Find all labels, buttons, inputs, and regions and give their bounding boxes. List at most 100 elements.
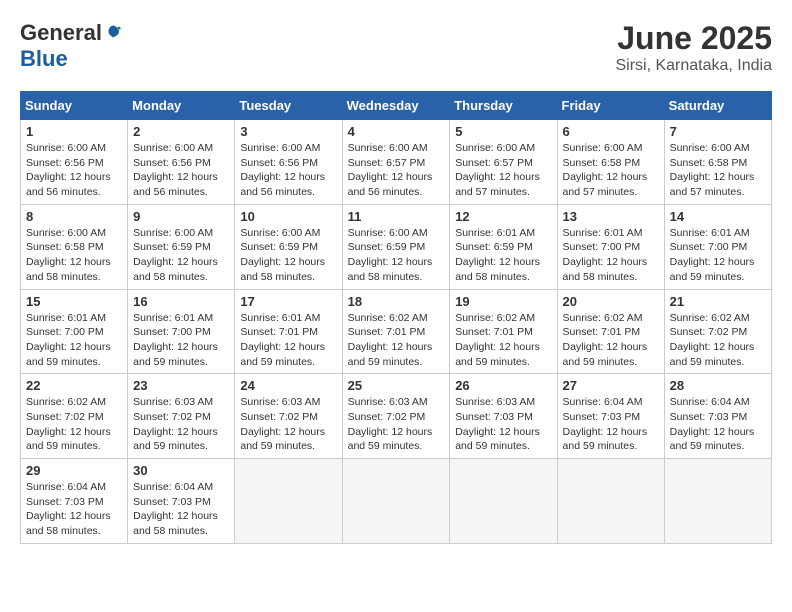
- calendar-cell: 10Sunrise: 6:00 AM Sunset: 6:59 PM Dayli…: [235, 204, 342, 289]
- day-info: Sunrise: 6:01 AM Sunset: 7:00 PM Dayligh…: [26, 311, 122, 370]
- calendar-cell: 19 Sunrise: 6:02 AM Sunset: 7:01 PM Dayli…: [450, 289, 557, 374]
- day-number: 11: [348, 209, 445, 224]
- day-number: 2: [133, 124, 229, 139]
- month-title: June 2025: [615, 20, 772, 57]
- calendar-cell: [235, 459, 342, 544]
- day-info: Sunrise: 6:00 AM Sunset: 6:56 PM Dayligh…: [133, 141, 229, 200]
- day-number: 4: [348, 124, 445, 139]
- calendar-week-row: 8 Sunrise: 6:00 AM Sunset: 6:58 PM Daylig…: [21, 204, 772, 289]
- day-number: 20: [563, 294, 659, 309]
- day-info: Sunrise: 6:04 AM Sunset: 7:03 PM Dayligh…: [26, 480, 122, 539]
- day-info: Sunrise: 6:00 AM Sunset: 6:57 PM Dayligh…: [455, 141, 551, 200]
- day-header-monday: Monday: [128, 92, 235, 120]
- day-header-sunday: Sunday: [21, 92, 128, 120]
- calendar-week-row: 22Sunrise: 6:02 AM Sunset: 7:02 PM Dayli…: [21, 374, 772, 459]
- calendar-cell: 4Sunrise: 6:00 AM Sunset: 6:57 PM Daylig…: [342, 120, 450, 205]
- day-info: Sunrise: 6:03 AM Sunset: 7:02 PM Dayligh…: [240, 395, 336, 454]
- day-number: 17: [240, 294, 336, 309]
- calendar-cell: 8 Sunrise: 6:00 AM Sunset: 6:58 PM Daylig…: [21, 204, 128, 289]
- day-number: 24: [240, 378, 336, 393]
- day-number: 27: [563, 378, 659, 393]
- calendar-cell: 30Sunrise: 6:04 AM Sunset: 7:03 PM Dayli…: [128, 459, 235, 544]
- day-header-friday: Friday: [557, 92, 664, 120]
- day-number: 3: [240, 124, 336, 139]
- calendar-cell: 25Sunrise: 6:03 AM Sunset: 7:02 PM Dayli…: [342, 374, 450, 459]
- day-number: 15: [26, 294, 122, 309]
- calendar-cell: 18 Sunrise: 6:02 AM Sunset: 7:01 PM Dayli…: [342, 289, 450, 374]
- day-info: Sunrise: 6:03 AM Sunset: 7:02 PM Dayligh…: [133, 395, 229, 454]
- calendar-cell: [342, 459, 450, 544]
- day-number: 18: [348, 294, 445, 309]
- day-info: Sunrise: 6:02 AM Sunset: 7:01 PM Dayligh…: [455, 311, 551, 370]
- day-number: 1: [26, 124, 122, 139]
- calendar-cell: 27 Sunrise: 6:04 AM Sunset: 7:03 PM Dayli…: [557, 374, 664, 459]
- day-info: Sunrise: 6:01 AM Sunset: 7:00 PM Dayligh…: [670, 226, 766, 285]
- day-number: 19: [455, 294, 551, 309]
- day-info: Sunrise: 6:01 AM Sunset: 6:59 PM Dayligh…: [455, 226, 551, 285]
- calendar-cell: 11Sunrise: 6:00 AM Sunset: 6:59 PM Dayli…: [342, 204, 450, 289]
- day-info: Sunrise: 6:02 AM Sunset: 7:02 PM Dayligh…: [670, 311, 766, 370]
- day-info: Sunrise: 6:01 AM Sunset: 7:01 PM Dayligh…: [240, 311, 336, 370]
- calendar-cell: 14 Sunrise: 6:01 AM Sunset: 7:00 PM Dayli…: [664, 204, 771, 289]
- day-number: 22: [26, 378, 122, 393]
- day-info: Sunrise: 6:02 AM Sunset: 7:01 PM Dayligh…: [348, 311, 445, 370]
- day-number: 29: [26, 463, 122, 478]
- day-info: Sunrise: 6:01 AM Sunset: 7:00 PM Dayligh…: [133, 311, 229, 370]
- day-info: Sunrise: 6:02 AM Sunset: 7:01 PM Dayligh…: [563, 311, 659, 370]
- calendar-cell: 21 Sunrise: 6:02 AM Sunset: 7:02 PM Dayli…: [664, 289, 771, 374]
- day-number: 8: [26, 209, 122, 224]
- location-subtitle: Sirsi, Karnataka, India: [615, 57, 772, 75]
- calendar-cell: [557, 459, 664, 544]
- calendar-week-row: 15 Sunrise: 6:01 AM Sunset: 7:00 PM Dayli…: [21, 289, 772, 374]
- day-number: 5: [455, 124, 551, 139]
- day-info: Sunrise: 6:04 AM Sunset: 7:03 PM Dayligh…: [563, 395, 659, 454]
- calendar-cell: 16 Sunrise: 6:01 AM Sunset: 7:00 PM Dayli…: [128, 289, 235, 374]
- day-number: 9: [133, 209, 229, 224]
- calendar-week-row: 29 Sunrise: 6:04 AM Sunset: 7:03 PM Dayli…: [21, 459, 772, 544]
- day-info: Sunrise: 6:00 AM Sunset: 6:59 PM Dayligh…: [240, 226, 336, 285]
- day-number: 12: [455, 209, 551, 224]
- calendar-cell: 9 Sunrise: 6:00 AM Sunset: 6:59 PM Daylig…: [128, 204, 235, 289]
- calendar-cell: 12 Sunrise: 6:01 AM Sunset: 6:59 PM Dayli…: [450, 204, 557, 289]
- day-info: Sunrise: 6:00 AM Sunset: 6:59 PM Dayligh…: [133, 226, 229, 285]
- logo-blue-text: Blue: [20, 46, 68, 71]
- day-number: 6: [563, 124, 659, 139]
- day-info: Sunrise: 6:04 AM Sunset: 7:03 PM Dayligh…: [670, 395, 766, 454]
- day-header-thursday: Thursday: [450, 92, 557, 120]
- calendar-cell: 1Sunrise: 6:00 AM Sunset: 6:56 PM Daylig…: [21, 120, 128, 205]
- day-info: Sunrise: 6:00 AM Sunset: 6:58 PM Dayligh…: [670, 141, 766, 200]
- calendar-cell: 15 Sunrise: 6:01 AM Sunset: 7:00 PM Dayli…: [21, 289, 128, 374]
- day-number: 16: [133, 294, 229, 309]
- title-section: June 2025 Sirsi, Karnataka, India: [615, 20, 772, 75]
- calendar-cell: 26Sunrise: 6:03 AM Sunset: 7:03 PM Dayli…: [450, 374, 557, 459]
- page-header: General Blue June 2025 Sirsi, Karnataka,…: [20, 20, 772, 75]
- day-info: Sunrise: 6:01 AM Sunset: 7:00 PM Dayligh…: [563, 226, 659, 285]
- calendar-cell: [450, 459, 557, 544]
- day-number: 14: [670, 209, 766, 224]
- day-number: 28: [670, 378, 766, 393]
- calendar-cell: 22Sunrise: 6:02 AM Sunset: 7:02 PM Dayli…: [21, 374, 128, 459]
- day-number: 21: [670, 294, 766, 309]
- day-header-saturday: Saturday: [664, 92, 771, 120]
- day-info: Sunrise: 6:00 AM Sunset: 6:58 PM Dayligh…: [26, 226, 122, 285]
- calendar-header-row: SundayMondayTuesdayWednesdayThursdayFrid…: [21, 92, 772, 120]
- calendar-cell: 6 Sunrise: 6:00 AM Sunset: 6:58 PM Daylig…: [557, 120, 664, 205]
- day-info: Sunrise: 6:03 AM Sunset: 7:02 PM Dayligh…: [348, 395, 445, 454]
- day-info: Sunrise: 6:04 AM Sunset: 7:03 PM Dayligh…: [133, 480, 229, 539]
- day-number: 13: [563, 209, 659, 224]
- calendar-cell: 7Sunrise: 6:00 AM Sunset: 6:58 PM Daylig…: [664, 120, 771, 205]
- calendar-week-row: 1 Sunrise: 6:00 AM Sunset: 6:56 PM Daylig…: [21, 120, 772, 205]
- calendar-cell: 29 Sunrise: 6:04 AM Sunset: 7:03 PM Dayli…: [21, 459, 128, 544]
- day-header-tuesday: Tuesday: [235, 92, 342, 120]
- calendar-cell: 28 Sunrise: 6:04 AM Sunset: 7:03 PM Dayli…: [664, 374, 771, 459]
- calendar-cell: 17 Sunrise: 6:01 AM Sunset: 7:01 PM Dayli…: [235, 289, 342, 374]
- calendar-cell: [664, 459, 771, 544]
- day-header-wednesday: Wednesday: [342, 92, 450, 120]
- day-number: 23: [133, 378, 229, 393]
- day-number: 26: [455, 378, 551, 393]
- day-info: Sunrise: 6:00 AM Sunset: 6:58 PM Dayligh…: [563, 141, 659, 200]
- logo-general-text: General: [20, 20, 102, 46]
- logo: General Blue: [20, 20, 122, 72]
- logo-bird-icon: [104, 24, 122, 42]
- calendar-cell: 23 Sunrise: 6:03 AM Sunset: 7:02 PM Dayli…: [128, 374, 235, 459]
